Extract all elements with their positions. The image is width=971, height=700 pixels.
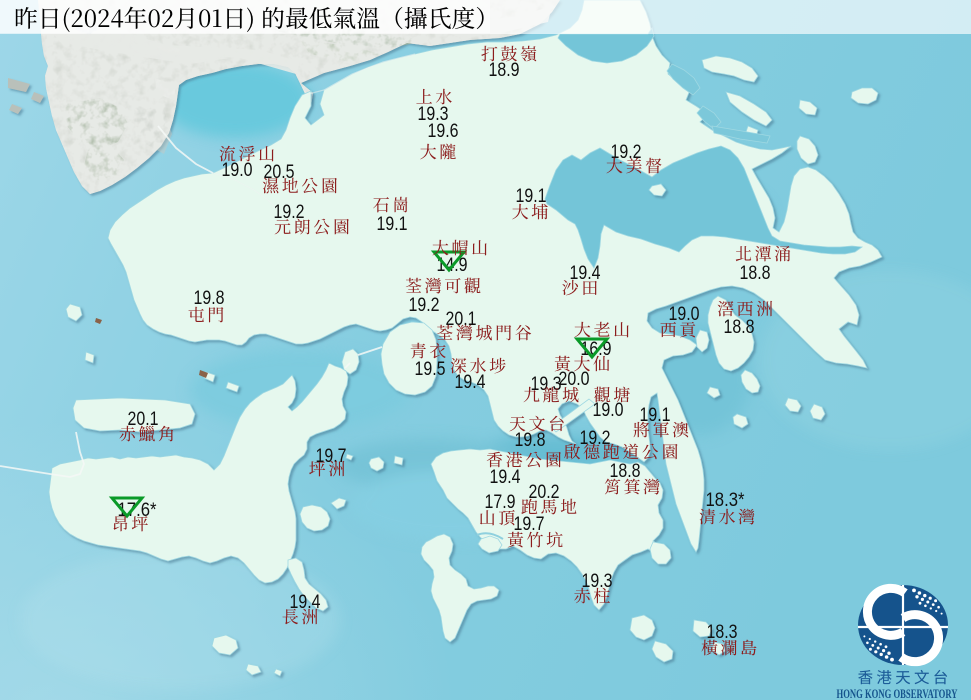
svg-text:19.4: 19.4 xyxy=(570,262,601,284)
svg-text:19.1: 19.1 xyxy=(516,185,547,207)
svg-text:19.1: 19.1 xyxy=(640,404,671,426)
svg-text:19.2: 19.2 xyxy=(409,294,440,316)
svg-text:19.0: 19.0 xyxy=(222,159,253,181)
svg-text:19.2: 19.2 xyxy=(611,141,642,163)
svg-text:20.0: 20.0 xyxy=(559,368,590,390)
svg-text:18.9: 18.9 xyxy=(489,59,520,81)
svg-text:19.8: 19.8 xyxy=(194,287,225,309)
svg-text:19.6: 19.6 xyxy=(428,120,459,142)
svg-text:19.8: 19.8 xyxy=(515,429,546,451)
svg-text:18.3*: 18.3* xyxy=(706,489,745,511)
svg-text:19.4: 19.4 xyxy=(490,466,521,488)
svg-text:19.2: 19.2 xyxy=(274,201,305,223)
svg-text:18.8: 18.8 xyxy=(724,316,755,338)
svg-text:20.5: 20.5 xyxy=(264,161,295,183)
svg-text:19.1: 19.1 xyxy=(377,213,408,235)
svg-text:20.1: 20.1 xyxy=(128,408,159,430)
svg-text:19.5: 19.5 xyxy=(415,358,446,380)
svg-text:19.0: 19.0 xyxy=(593,399,624,421)
svg-text:19.4: 19.4 xyxy=(455,371,486,393)
svg-text:19.7: 19.7 xyxy=(316,445,347,467)
svg-text:18.8: 18.8 xyxy=(740,262,771,284)
svg-text:19.7: 19.7 xyxy=(514,513,545,535)
svg-text:19.0: 19.0 xyxy=(669,303,700,325)
svg-text:17.9: 17.9 xyxy=(485,491,516,513)
svg-text:18.8: 18.8 xyxy=(610,460,641,482)
svg-text:HONG KONG OBSERVATORY: HONG KONG OBSERVATORY xyxy=(837,686,958,700)
svg-text:18.3: 18.3 xyxy=(707,621,738,643)
